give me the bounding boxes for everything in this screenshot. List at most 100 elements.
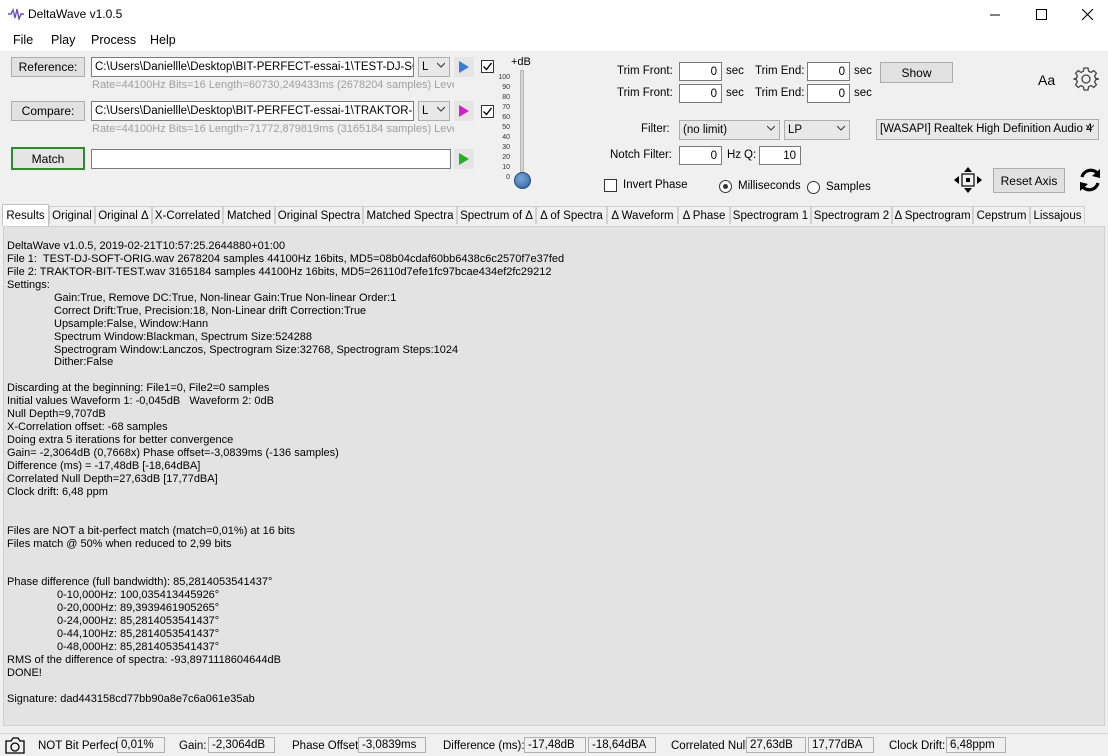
phase-offset-value: -3,0839ms bbox=[358, 737, 426, 753]
compare-checkbox[interactable] bbox=[481, 105, 494, 118]
menu-play[interactable]: Play bbox=[51, 33, 75, 47]
filter-type-select[interactable]: LP bbox=[784, 120, 850, 140]
font-button[interactable]: Aa bbox=[1038, 72, 1055, 88]
camera-icon[interactable] bbox=[4, 736, 26, 755]
milliseconds-radio[interactable] bbox=[719, 180, 732, 193]
trim-end-unit-2: sec bbox=[854, 87, 872, 99]
compare-path-input[interactable]: C:\Users\Daniellle\Desktop\BIT-PERFECT-e… bbox=[91, 101, 414, 121]
reference-path-input[interactable]: C:\Users\Daniellle\Desktop\BIT-PERFECT-e… bbox=[91, 57, 414, 77]
tab-phase-delta[interactable]: Δ Phase bbox=[678, 206, 730, 224]
reference-play-button[interactable] bbox=[454, 57, 474, 77]
results-line: Correct Drift:True, Precision:18, Non-Li… bbox=[54, 304, 367, 317]
bit-perfect-label: NOT Bit Perfect bbox=[38, 740, 119, 752]
gain-slider-track[interactable] bbox=[520, 70, 524, 183]
clock-drift-label: Clock Drift: bbox=[889, 740, 946, 752]
notch-q-label: Q: bbox=[744, 149, 757, 161]
trim-end-input-2[interactable]: 0 bbox=[807, 84, 850, 103]
audio-device-select[interactable]: [WASAPI] Realtek High Definition Audio 4 bbox=[876, 119, 1099, 140]
filter-select[interactable]: (no limit) bbox=[679, 120, 780, 140]
results-line bbox=[7, 499, 1104, 512]
gain-slider-thumb[interactable] bbox=[514, 172, 531, 189]
difference-weighted-value: -18,64dBA bbox=[588, 737, 656, 753]
trim-front-label-2: Trim Front: bbox=[617, 87, 673, 99]
results-line: 0-20,000Hz: 89,3939461905265° bbox=[57, 602, 220, 615]
match-progress-field bbox=[91, 149, 451, 169]
correlated-null-value: 27,63dB bbox=[746, 737, 806, 753]
gear-icon[interactable] bbox=[1073, 66, 1099, 92]
tab-original-delta[interactable]: Original Δ bbox=[95, 206, 152, 224]
tab-original[interactable]: Original bbox=[49, 206, 95, 224]
minimize-icon bbox=[990, 14, 1000, 15]
results-line: Discarding at the beginning: File1=0, Fi… bbox=[7, 382, 270, 395]
tab-spectrogram-1[interactable]: Spectrogram 1 bbox=[730, 206, 811, 224]
maximize-icon bbox=[1035, 9, 1047, 20]
tab-lissajous[interactable]: Lissajous bbox=[1030, 206, 1085, 224]
tab-waveform-delta[interactable]: Δ Waveform bbox=[607, 206, 678, 224]
chevron-down-icon bbox=[767, 125, 775, 131]
results-line: RMS of the difference of spectra: -93,89… bbox=[7, 654, 281, 666]
tab-of-spectra-delta[interactable]: Δ of Spectra bbox=[536, 206, 607, 224]
results-line: File 2: TRAKTOR-BIT-TEST.wav 3165184 sam… bbox=[7, 265, 552, 278]
results-line: X-Correlation offset: -68 samples bbox=[7, 421, 168, 434]
chevron-down-icon bbox=[837, 125, 845, 131]
menu-process[interactable]: Process bbox=[91, 33, 136, 47]
show-button[interactable]: Show bbox=[880, 62, 953, 83]
compare-play-button[interactable] bbox=[454, 101, 474, 121]
gain-scale-tick: 50 bbox=[502, 124, 510, 131]
refresh-icon[interactable] bbox=[1076, 166, 1104, 194]
tab-spectrogram-2[interactable]: Spectrogram 2 bbox=[811, 206, 892, 224]
reference-channel-select[interactable]: L bbox=[418, 57, 450, 77]
results-line: Spectrogram Window:Lanczos, Spectrogram … bbox=[54, 343, 459, 356]
compare-channel-select[interactable]: L bbox=[418, 101, 450, 121]
results-line: Spectrum Window:Blackman, Spectrum Size:… bbox=[54, 330, 313, 343]
trim-front-unit-1: sec bbox=[726, 65, 744, 77]
chevron-down-icon bbox=[437, 106, 445, 112]
status-bar: NOT Bit Perfect 0,01% Gain: -2,3064dB Ph… bbox=[0, 733, 1108, 756]
play-icon bbox=[459, 105, 469, 117]
chevron-down-icon bbox=[437, 62, 445, 68]
phase-offset-label: Phase Offset: bbox=[292, 740, 362, 752]
results-line: Gain:True, Remove DC:True, Non-linear Ga… bbox=[54, 291, 397, 304]
chevron-down-icon bbox=[1086, 124, 1094, 130]
close-button[interactable] bbox=[1064, 0, 1108, 29]
match-button[interactable]: Match bbox=[11, 147, 85, 170]
checkmark-icon bbox=[483, 107, 493, 116]
gain-scale-tick: 60 bbox=[502, 114, 510, 121]
notch-q-input[interactable]: 10 bbox=[759, 146, 801, 165]
samples-radio[interactable] bbox=[807, 181, 820, 194]
trim-front-unit-2: sec bbox=[726, 87, 744, 99]
results-line bbox=[7, 551, 1104, 564]
tab-results[interactable]: Results bbox=[2, 204, 49, 226]
notch-frequency-input[interactable]: 0 bbox=[679, 146, 722, 165]
results-line: Gain= -2,3064dB (0,7668x) Phase offset=-… bbox=[7, 447, 339, 459]
move-axis-icon[interactable] bbox=[953, 166, 983, 194]
window-title: DeltaWave v1.0.5 bbox=[28, 7, 123, 21]
gain-scale-tick: 80 bbox=[502, 94, 510, 101]
reference-info: Rate=44100Hz Bits=16 Length=60730,249433… bbox=[92, 79, 454, 91]
tab-spectrogram-delta[interactable]: Δ Spectrogram bbox=[892, 206, 973, 224]
compare-button[interactable]: Compare: bbox=[11, 101, 85, 121]
tab-spectrum-of-delta[interactable]: Spectrum of Δ bbox=[457, 206, 536, 224]
gain-scale-tick: 70 bbox=[502, 104, 510, 111]
invert-phase-checkbox[interactable] bbox=[604, 179, 617, 192]
milliseconds-label: Milliseconds bbox=[738, 180, 801, 192]
trim-front-input-1[interactable]: 0 bbox=[679, 62, 722, 81]
trim-end-input-1[interactable]: 0 bbox=[807, 62, 850, 81]
trim-front-input-2[interactable]: 0 bbox=[679, 84, 722, 103]
tab-matched-spectra[interactable]: Matched Spectra bbox=[363, 206, 457, 224]
results-line bbox=[7, 369, 1104, 382]
tab-original-spectra[interactable]: Original Spectra bbox=[275, 206, 363, 224]
close-icon bbox=[1081, 9, 1093, 20]
reset-axis-button[interactable]: Reset Axis bbox=[993, 168, 1065, 193]
maximize-button[interactable] bbox=[1018, 0, 1064, 29]
results-line bbox=[7, 680, 1104, 693]
reference-button[interactable]: Reference: bbox=[11, 57, 85, 77]
match-play-button[interactable] bbox=[454, 149, 474, 169]
menu-file[interactable]: File bbox=[13, 33, 33, 47]
minimize-button[interactable] bbox=[972, 0, 1018, 29]
reference-checkbox[interactable] bbox=[481, 60, 494, 73]
menu-help[interactable]: Help bbox=[150, 33, 176, 47]
tab-cepstrum[interactable]: Cepstrum bbox=[973, 206, 1030, 224]
tab-matched[interactable]: Matched bbox=[223, 206, 275, 224]
tab-x-correlated[interactable]: X-Correlated bbox=[152, 206, 223, 224]
